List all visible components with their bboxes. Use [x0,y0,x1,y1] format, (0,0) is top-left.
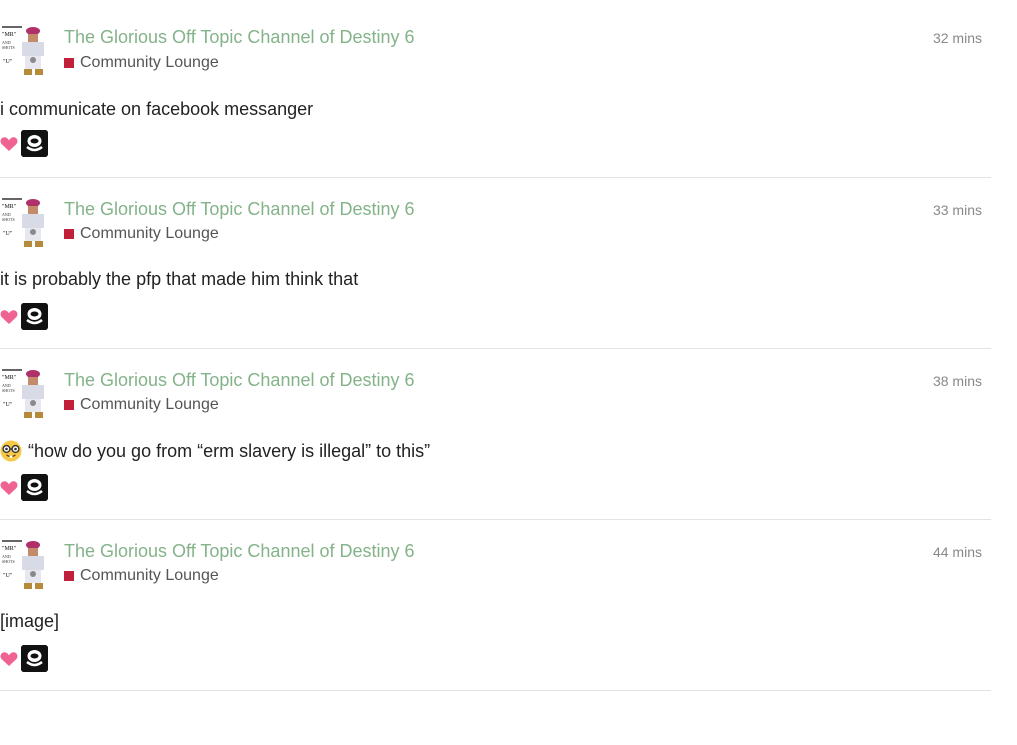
liker-avatar[interactable] [21,645,48,672]
topic-avatar[interactable]: "MR" AND SHOTS "U" [0,25,50,77]
category-color-swatch [64,229,74,239]
liker-avatar[interactable] [21,130,48,157]
svg-text:"MR": "MR" [2,546,17,552]
post-item: "MR" AND SHOTS "U" The Glorious Off Topi… [0,520,991,691]
excerpt-text: “how do you go from “erm slavery is ille… [28,440,431,461]
topic-avatar[interactable]: "MR" AND SHOTS "U" [0,197,50,249]
post-timestamp[interactable]: 38 mins [933,373,982,389]
category-badge[interactable]: Community Lounge [64,54,219,72]
topic-title-link[interactable]: The Glorious Off Topic Channel of Destin… [64,27,415,48]
category-label: Community Lounge [80,396,219,413]
post-item: "MR" AND SHOTS "U" The Glorious Off Topi… [0,178,991,349]
svg-text:SHOTS: SHOTS [2,217,15,222]
post-actions [0,474,48,501]
category-color-swatch [64,571,74,581]
svg-text:"U": "U" [3,573,13,579]
category-label: Community Lounge [80,567,219,584]
category-badge[interactable]: Community Lounge [64,225,219,243]
category-color-swatch [64,58,74,68]
excerpt-text: [image] [0,611,60,631]
post-actions [0,303,48,330]
post-excerpt[interactable]: [image] [0,611,59,632]
post-excerpt[interactable]: “how do you go from “erm slavery is ille… [0,440,430,462]
excerpt-text: i communicate on facebook messanger [0,99,314,119]
liker-avatar[interactable] [21,474,48,501]
post-excerpt[interactable]: i communicate on facebook messanger [0,99,313,120]
post-timestamp[interactable]: 33 mins [933,202,982,218]
svg-text:"U": "U" [3,59,13,65]
post-item: "MR" AND SHOTS "U" The Glorious Off Topi… [0,349,991,520]
activity-feed: "MR" AND SHOTS "U" The Glorious Off Topi… [0,0,991,691]
post-actions [0,645,48,672]
post-item: "MR" AND SHOTS "U" The Glorious Off Topi… [0,0,991,178]
heart-icon[interactable] [0,651,18,667]
svg-text:SHOTS: SHOTS [2,559,15,564]
svg-text:SHOTS: SHOTS [2,388,15,393]
category-badge[interactable]: Community Lounge [64,567,219,585]
svg-text:"MR": "MR" [2,204,17,210]
topic-avatar[interactable]: "MR" AND SHOTS "U" [0,368,50,420]
heart-icon[interactable] [0,309,18,325]
heart-icon[interactable] [0,480,18,496]
post-timestamp[interactable]: 44 mins [933,544,982,560]
post-excerpt[interactable]: it is probably the pfp that made him thi… [0,269,358,290]
svg-text:"MR": "MR" [2,375,17,381]
category-label: Community Lounge [80,225,219,242]
liker-avatar[interactable] [21,303,48,330]
topic-title-link[interactable]: The Glorious Off Topic Channel of Destin… [64,199,415,220]
post-timestamp[interactable]: 32 mins [933,30,982,46]
nerd-face-emoji-icon [0,440,22,462]
category-badge[interactable]: Community Lounge [64,396,219,414]
excerpt-text: it is probably the pfp that made him thi… [0,269,359,289]
topic-title-link[interactable]: The Glorious Off Topic Channel of Destin… [64,541,415,562]
topic-avatar[interactable]: "MR" AND SHOTS "U" [0,539,50,591]
svg-text:SHOTS: SHOTS [2,45,15,50]
heart-icon[interactable] [0,136,18,152]
svg-text:"MR": "MR" [2,32,17,38]
svg-text:"U": "U" [3,231,13,237]
topic-title-link[interactable]: The Glorious Off Topic Channel of Destin… [64,370,415,391]
category-color-swatch [64,400,74,410]
category-label: Community Lounge [80,54,219,71]
svg-text:"U": "U" [3,402,13,408]
post-actions [0,130,48,157]
